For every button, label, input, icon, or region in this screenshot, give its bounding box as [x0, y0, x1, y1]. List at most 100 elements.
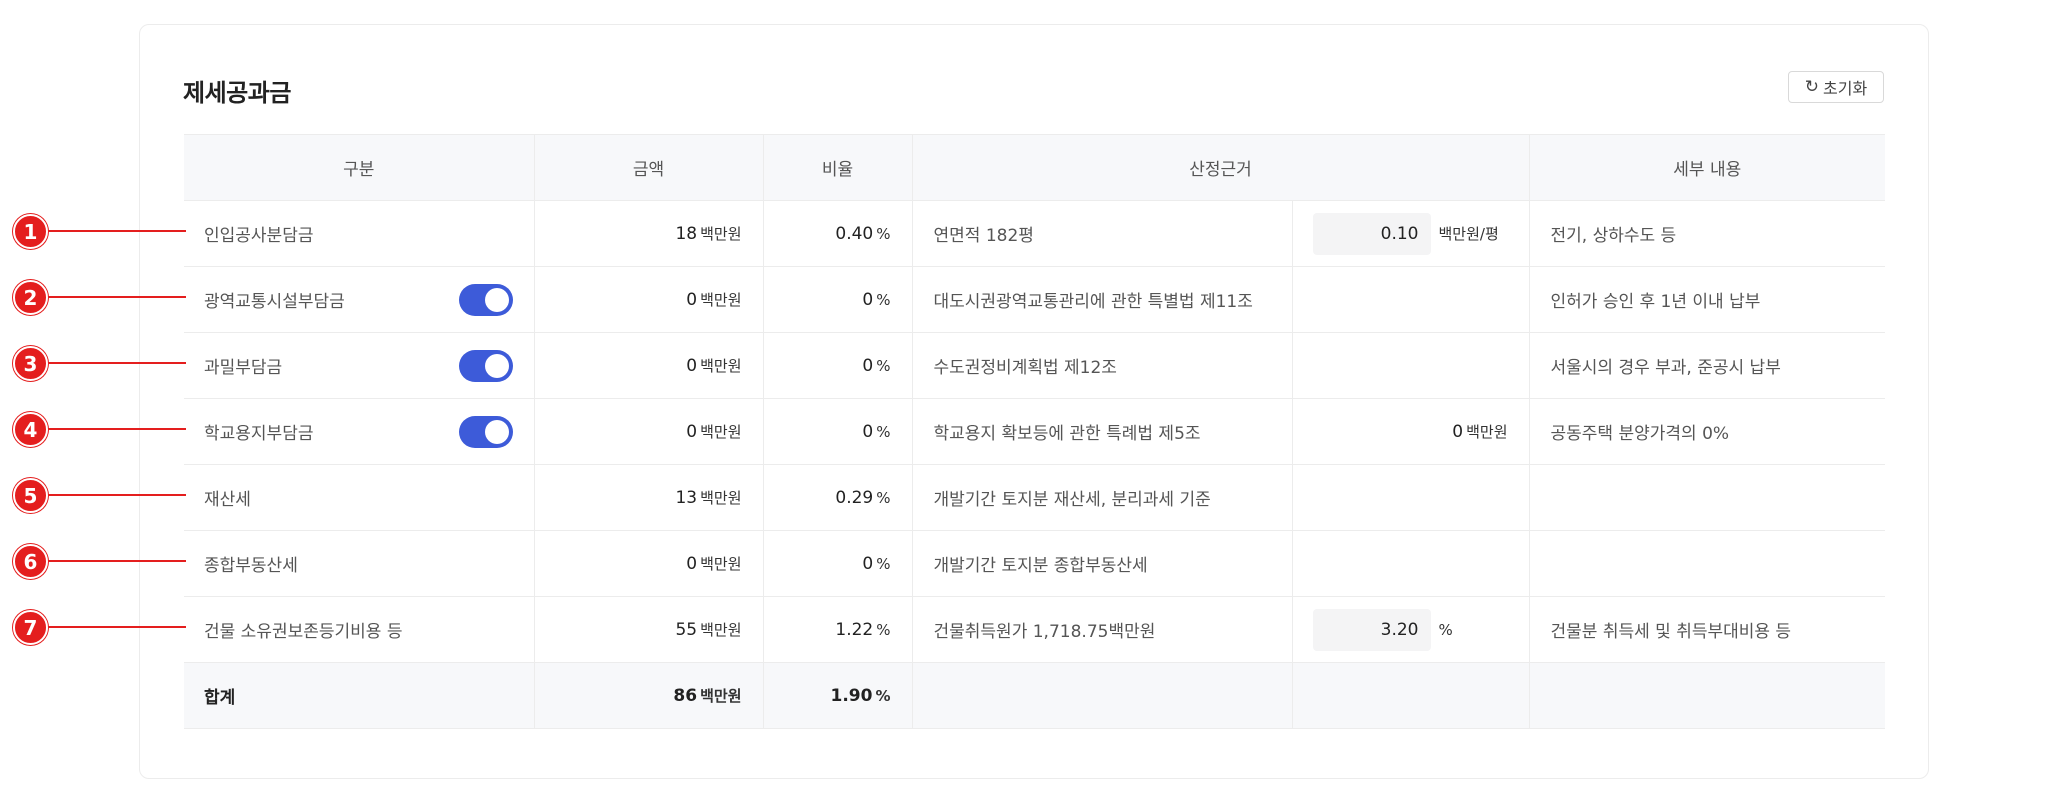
basis-extra-cell	[1291, 332, 1529, 399]
include-toggle[interactable]	[458, 349, 513, 382]
ratio-cell: 0.40%	[762, 200, 912, 267]
marker-line	[45, 230, 186, 232]
detail-text: 서울시의 경우 부과, 준공시 납부	[1528, 332, 1885, 399]
amount-unit: 백만원	[700, 489, 742, 507]
detail-text: 건물분 취득세 및 취득부대비용 등	[1528, 596, 1885, 663]
amount-unit: 백만원	[700, 555, 742, 573]
amount-unit: 백만원	[700, 621, 742, 639]
ratio-cell: 0%	[762, 332, 912, 399]
total-empty-cell	[1291, 662, 1529, 729]
reset-button[interactable]: ↻ 초기화	[1788, 71, 1884, 103]
ratio-unit: %	[876, 356, 891, 375]
header-basis: 산정근거	[911, 134, 1529, 201]
total-empty-cell	[911, 662, 1292, 729]
ratio-unit: %	[876, 224, 891, 243]
amount-cell: 13 백만원	[533, 464, 763, 531]
calc-unit: 백만원	[1466, 423, 1508, 441]
ratio-cell: 0%	[762, 266, 912, 333]
marker-1: 1	[13, 214, 48, 249]
header-detail: 세부 내용	[1528, 134, 1885, 201]
ratio-value: 0.40	[835, 223, 874, 244]
row-name: 학교용지부담금	[204, 424, 314, 444]
header-amount: 금액	[533, 134, 763, 201]
amount-value: 0	[686, 422, 698, 442]
total-empty-cell	[1528, 662, 1885, 729]
include-toggle[interactable]	[458, 283, 513, 316]
detail-text	[1528, 530, 1885, 597]
ratio-unit: %	[876, 290, 891, 309]
ratio-cell: 0%	[762, 398, 912, 465]
table-row: 과밀부담금 0 백만원 0% 수도권정비계획법 제12조 서울시의 경우 부과, …	[184, 332, 1885, 399]
total-ratio-cell: 1.90%	[762, 662, 912, 729]
ratio-cell: 0.29%	[762, 464, 912, 531]
header-ratio: 비율	[762, 134, 912, 201]
ratio-value: 0	[862, 421, 874, 442]
row-name: 종합부동산세	[184, 530, 534, 597]
total-label: 합계	[184, 662, 534, 729]
amount-unit: 백만원	[700, 291, 742, 309]
marker-line	[45, 494, 186, 496]
header-category: 구분	[184, 134, 534, 201]
marker-line	[45, 296, 186, 298]
calc-value: 0	[1452, 422, 1464, 442]
ratio-value: 1.22	[835, 619, 874, 640]
amount-unit: 백만원	[700, 225, 742, 243]
ratio-value: 0	[862, 355, 874, 376]
ratio-unit: %	[876, 554, 891, 573]
marker-4: 4	[13, 412, 48, 447]
amount-value: 13	[675, 488, 698, 508]
basis-input-cell: 백만원/평	[1291, 200, 1529, 267]
total-amount-value: 86	[673, 686, 698, 706]
table-header-row: 구분 금액 비율 산정근거 세부 내용	[184, 134, 1885, 201]
ratio-cell: 1.22%	[762, 596, 912, 663]
basis-text: 수도권정비계획법 제12조	[911, 332, 1292, 399]
basis-text: 건물취득원가 1,718.75백만원	[911, 596, 1292, 663]
amount-cell: 0 백만원	[533, 398, 763, 465]
refresh-icon: ↻	[1804, 76, 1820, 97]
amount-cell: 0 백만원	[533, 530, 763, 597]
total-ratio-unit: %	[875, 686, 891, 705]
marker-line	[45, 428, 186, 430]
marker-5: 5	[13, 478, 48, 513]
amount-cell: 18 백만원	[533, 200, 763, 267]
amount-unit: 백만원	[700, 423, 742, 441]
detail-text: 전기, 상하수도 등	[1528, 200, 1885, 267]
basis-extra-cell	[1291, 464, 1529, 531]
detail-text: 공동주택 분양가격의 0%	[1528, 398, 1885, 465]
tax-rate-input[interactable]	[1312, 608, 1431, 651]
table-row: 재산세 13 백만원 0.29% 개발기간 토지분 재산세, 분리과세 기준	[184, 464, 1885, 531]
row-name: 건물 소유권보존등기비용 등	[184, 596, 534, 663]
row-name: 광역교통시설부담금	[204, 292, 345, 312]
input-unit: 백만원/평	[1438, 225, 1499, 243]
row-name-cell: 과밀부담금	[184, 332, 534, 399]
ratio-unit: %	[876, 422, 891, 441]
rate-per-pyeong-input[interactable]	[1312, 212, 1431, 255]
amount-unit: 백만원	[700, 357, 742, 375]
ratio-value: 0	[862, 553, 874, 574]
detail-text	[1528, 464, 1885, 531]
amount-value: 18	[675, 224, 698, 244]
amount-value: 0	[686, 290, 698, 310]
total-row: 합계 86 백만원 1.90%	[184, 662, 1885, 729]
ratio-cell: 0%	[762, 530, 912, 597]
basis-text: 연면적 182평	[911, 200, 1292, 267]
basis-input-cell: %	[1291, 596, 1529, 663]
include-toggle[interactable]	[458, 415, 513, 448]
total-amount-unit: 백만원	[700, 687, 742, 705]
amount-value: 0	[686, 554, 698, 574]
marker-7: 7	[13, 610, 48, 645]
input-unit: %	[1438, 620, 1453, 639]
ratio-value: 0	[862, 289, 874, 310]
basis-text: 학교용지 확보등에 관한 특례법 제5조	[911, 398, 1292, 465]
row-name: 재산세	[184, 464, 534, 531]
marker-line	[45, 560, 186, 562]
table-row: 광역교통시설부담금 0 백만원 0% 대도시권광역교통관리에 관한 특별법 제11…	[184, 266, 1885, 333]
basis-text: 개발기간 토지분 재산세, 분리과세 기준	[911, 464, 1292, 531]
marker-2: 2	[13, 280, 48, 315]
amount-value: 55	[675, 620, 698, 640]
amount-cell: 55 백만원	[533, 596, 763, 663]
table-row: 인입공사분담금 18백만원 0.40% 연면적 182평 백만원/평 전기, 상…	[184, 200, 1885, 267]
taxes-table: 구분 금액 비율 산정근거 세부 내용 인입공사분담금 18 백만원 0.40% …	[184, 134, 1885, 729]
total-ratio-value: 1.90	[830, 685, 873, 706]
marker-3: 3	[13, 346, 48, 381]
